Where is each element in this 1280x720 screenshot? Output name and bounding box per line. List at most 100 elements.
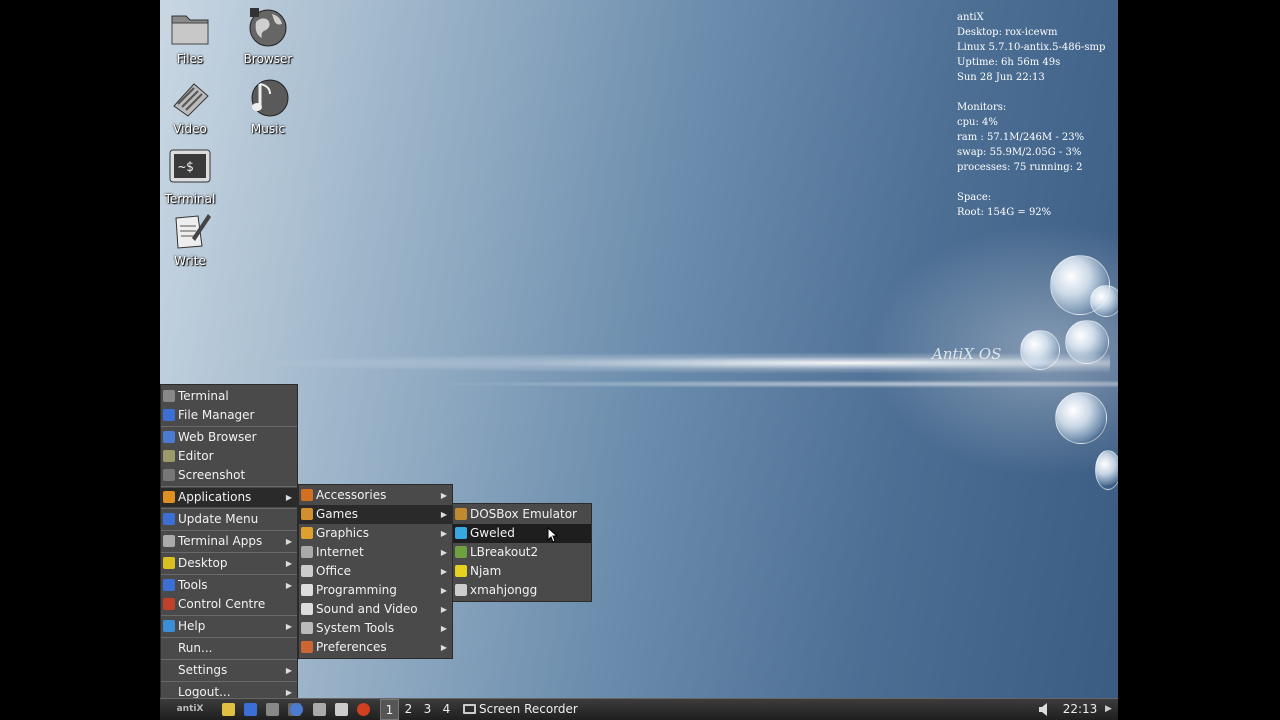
menu-separator: [161, 681, 297, 682]
control-centre-icon: [163, 598, 175, 610]
desktop-icon-browser[interactable]: Browser: [233, 6, 303, 66]
clock[interactable]: 22:13: [1058, 699, 1102, 720]
folder-launcher-icon[interactable]: [222, 703, 235, 716]
task-button-screen-recorder[interactable]: Screen Recorder: [460, 699, 590, 720]
applications-submenu: Accessories ▶ Games ▶ Graphics ▶ Internet ▶ …: [298, 484, 453, 659]
submenu-arrow-icon: ▶: [440, 567, 447, 576]
monitor-line: Uptime: 6h 56m 49s: [957, 57, 1061, 68]
submenu-arrow-icon: ▶: [285, 537, 292, 546]
monitor-line: swap: 55.9M/2.05G - 3%: [957, 147, 1082, 158]
desktop-icon-label: Music: [250, 122, 286, 136]
menu-item-internet[interactable]: Internet ▶: [299, 543, 452, 562]
monitor-spacer: [957, 85, 1105, 100]
monitor-line: Root: 154G = 92%: [957, 207, 1052, 218]
menu-item-office[interactable]: Office ▶: [299, 562, 452, 581]
menu-item-njam[interactable]: Njam: [453, 562, 591, 581]
submenu-arrow-icon: ▶: [285, 559, 292, 568]
menu-item-sound-and-video[interactable]: Sound and Video ▶: [299, 600, 452, 619]
music-note-icon: [251, 79, 289, 117]
menu-item-accessories[interactable]: Accessories ▶: [299, 486, 452, 505]
menu-item-desktop[interactable]: Desktop ▶: [161, 554, 297, 573]
menu-item-preferences[interactable]: Preferences ▶: [299, 638, 452, 657]
submenu-arrow-icon: ▶: [440, 624, 447, 633]
wallpaper-orb: [1090, 285, 1118, 317]
menu-item-dosbox-emulator[interactable]: DOSBox Emulator: [453, 505, 591, 524]
menu-item-programming[interactable]: Programming ▶: [299, 581, 452, 600]
film-icon: [173, 83, 209, 117]
system-monitor-widget: antiX Desktop: rox-icewm Linux 5.7.10-an…: [957, 10, 1105, 220]
menu-item-terminal-apps[interactable]: Terminal Apps ▶: [161, 532, 297, 551]
terminal-icon: ~$: [169, 149, 211, 183]
office-icon: [301, 565, 313, 577]
menu-item-lbreakout2[interactable]: LBreakout2: [453, 543, 591, 562]
submenu-arrow-icon: ▶: [440, 605, 447, 614]
browser-launcher-icon[interactable]: [290, 703, 303, 716]
menu-item-xmahjongg[interactable]: xmahjongg: [453, 581, 591, 600]
workspace-2-button[interactable]: 2: [399, 699, 418, 720]
tray-arrow-icon[interactable]: ▶: [1105, 699, 1112, 720]
monitor-line: Monitors:: [957, 102, 1007, 113]
menu-item-update-menu[interactable]: Update Menu: [161, 510, 297, 529]
menu-item-web-browser[interactable]: Web Browser: [161, 428, 297, 447]
games-submenu: DOSBox Emulator Gweled LBreakout2 Njam x…: [452, 503, 592, 602]
system-tools-icon: [301, 622, 313, 634]
submenu-arrow-icon: ▶: [285, 666, 292, 675]
file-manager-icon: [163, 409, 175, 421]
files-launcher-icon[interactable]: [244, 703, 257, 716]
monitor-launcher-icon[interactable]: [266, 703, 279, 716]
menu-item-settings[interactable]: Settings ▶: [161, 661, 297, 680]
wallpaper-orb: [1095, 450, 1118, 490]
submenu-arrow-icon: ▶: [285, 493, 292, 502]
menu-item-applications[interactable]: Applications ▶: [161, 488, 297, 507]
menu-separator: [161, 486, 297, 487]
desktop-icon-files[interactable]: Files: [160, 6, 225, 66]
menu-item-file-manager[interactable]: File Manager: [161, 406, 297, 425]
menu-item-games[interactable]: Games ▶: [299, 505, 452, 524]
desktop-icon-terminal[interactable]: ~$ Terminal: [160, 146, 225, 206]
start-button[interactable]: antiX: [163, 699, 217, 720]
monitor-line: Space:: [957, 192, 992, 203]
workspace-1-button[interactable]: 1: [380, 699, 399, 720]
camera-icon: [163, 469, 175, 481]
gem-icon: [455, 527, 467, 539]
workspace-3-button[interactable]: 3: [418, 699, 437, 720]
menu-item-gweled[interactable]: Gweled: [453, 524, 591, 543]
tools-icon: [163, 579, 175, 591]
desktop-icon-label: Browser: [243, 52, 293, 66]
desktop-icon-label: Files: [176, 52, 204, 66]
mail-launcher-icon[interactable]: [335, 703, 348, 716]
menu-item-screenshot[interactable]: Screenshot: [161, 466, 297, 485]
menu-separator: [161, 574, 297, 575]
dosbox-icon: [455, 508, 467, 520]
monitor-line: Desktop: rox-icewm: [957, 27, 1058, 38]
menu-item-graphics[interactable]: Graphics ▶: [299, 524, 452, 543]
monitor-line: cpu: 4%: [957, 117, 998, 128]
njam-icon: [455, 565, 467, 577]
mouse-cursor-icon: [547, 527, 559, 543]
desktop-icon-write[interactable]: Write: [160, 208, 225, 268]
submenu-arrow-icon: ▶: [440, 548, 447, 557]
menu-separator: [161, 637, 297, 638]
submenu-arrow-icon: ▶: [440, 529, 447, 538]
menu-item-run[interactable]: Run...: [161, 639, 297, 658]
workspace-4-button[interactable]: 4: [437, 699, 456, 720]
lbreakout-icon: [455, 546, 467, 558]
mahjongg-icon: [455, 584, 467, 596]
menu-item-terminal[interactable]: Terminal: [161, 387, 297, 406]
desktop-icon-music[interactable]: Music: [233, 76, 303, 136]
desktop-icon-video[interactable]: Video: [160, 76, 225, 136]
submenu-arrow-icon: ▶: [285, 622, 292, 631]
menu-item-control-centre[interactable]: Control Centre: [161, 595, 297, 614]
editor-icon: [163, 450, 175, 462]
wallpaper-orb: [1065, 320, 1109, 364]
volume-icon[interactable]: [1038, 702, 1052, 717]
menu-item-help[interactable]: Help ▶: [161, 617, 297, 636]
menu-item-tools[interactable]: Tools ▶: [161, 576, 297, 595]
tools-launcher-icon[interactable]: [313, 703, 326, 716]
menu-item-system-tools[interactable]: System Tools ▶: [299, 619, 452, 638]
refresh-icon: [163, 513, 175, 525]
record-launcher-icon[interactable]: [357, 703, 370, 716]
menu-item-editor[interactable]: Editor: [161, 447, 297, 466]
terminal-icon: [163, 390, 175, 402]
pencil-paper-icon: [175, 214, 211, 249]
